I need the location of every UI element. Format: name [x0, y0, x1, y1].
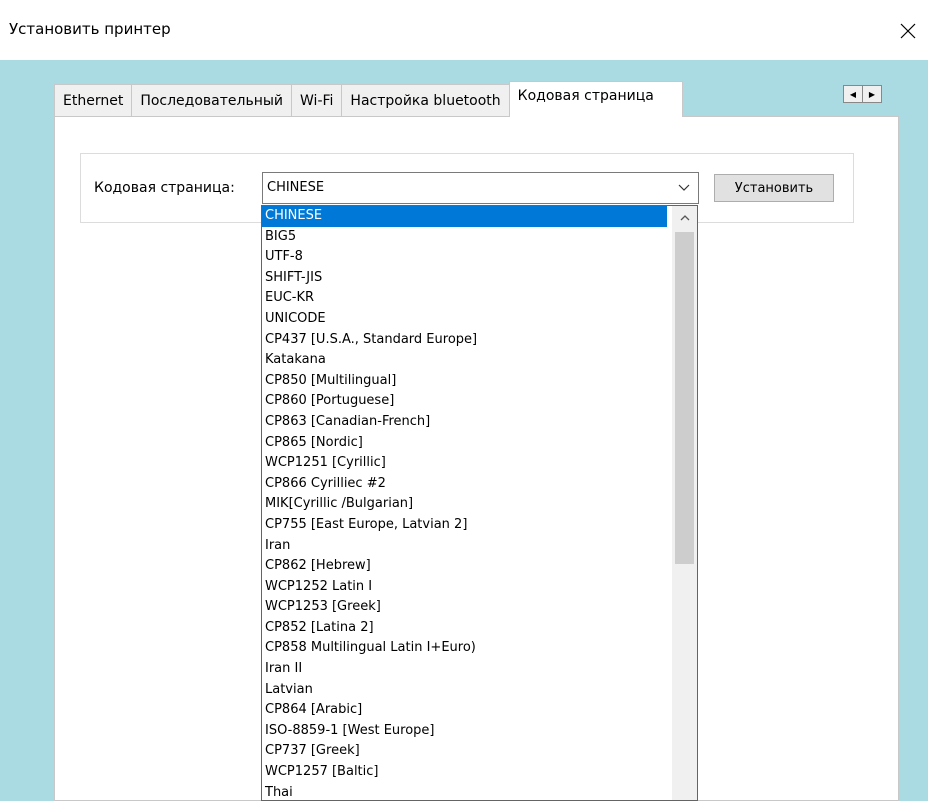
codepage-option[interactable]: WCP1251 [Cyrillic]	[262, 453, 667, 474]
codepage-options: CHINESE BIG5 UTF-8 SHIFT-JIS EUC-KR UNICODE CP…	[262, 206, 697, 800]
codepage-option[interactable]: ISO-8859-1 [West Europe]	[262, 721, 667, 742]
dropdown-scrollbar[interactable]	[672, 206, 697, 800]
tab-scroll-buttons: ◀ ▶	[843, 85, 882, 103]
window-title: Установить принтер	[9, 20, 171, 38]
codepage-option[interactable]: CP866 Cyrilliec #2	[262, 474, 667, 495]
codepage-option[interactable]: WCP1257 [Baltic]	[262, 762, 667, 783]
codepage-option[interactable]: UTF-8	[262, 247, 667, 268]
codepage-option[interactable]: EUC-KR	[262, 288, 667, 309]
tab-bluetooth[interactable]: Настройка bluetooth	[341, 84, 510, 116]
codepage-option[interactable]: BIG5	[262, 227, 667, 248]
codepage-option[interactable]: UNICODE	[262, 309, 667, 330]
chevron-down-icon	[678, 184, 690, 191]
codepage-option[interactable]: Latvian	[262, 680, 667, 701]
codepage-option[interactable]: CP865 [Nordic]	[262, 433, 667, 454]
tab-scroll-right-icon[interactable]: ▶	[862, 86, 881, 102]
codepage-option[interactable]: CP737 [Greek]	[262, 741, 667, 762]
title-bar: Установить принтер	[0, 0, 928, 60]
codepage-option[interactable]: CP850 [Multilingual]	[262, 371, 667, 392]
codepage-option[interactable]: Iran	[262, 536, 667, 557]
codepage-option[interactable]: CHINESE	[262, 206, 667, 227]
codepage-option[interactable]: Katakana	[262, 350, 667, 371]
codepage-option[interactable]: CP864 [Arabic]	[262, 700, 667, 721]
tab-serial[interactable]: Последовательный	[131, 84, 293, 116]
codepage-option[interactable]: WCP1253 [Greek]	[262, 597, 667, 618]
codepage-option[interactable]: WCP1252 Latin I	[262, 577, 667, 598]
codepage-option[interactable]: CP863 [Canadian-French]	[262, 412, 667, 433]
scroll-up-button[interactable]	[672, 206, 697, 230]
tab-codepage[interactable]: Кодовая страница	[508, 81, 683, 117]
install-button[interactable]: Установить	[714, 174, 834, 202]
tab-ethernet[interactable]: Ethernet	[54, 84, 133, 116]
codepage-dropdown-list[interactable]: CHINESE BIG5 UTF-8 SHIFT-JIS EUC-KR UNICODE CP…	[261, 205, 698, 801]
codepage-option[interactable]: CP852 [Latina 2]	[262, 618, 667, 639]
codepage-combobox[interactable]: CHINESE	[262, 172, 699, 204]
close-button[interactable]	[888, 14, 928, 48]
scrollbar-thumb[interactable]	[675, 232, 694, 564]
codepage-option[interactable]: CP862 [Hebrew]	[262, 556, 667, 577]
codepage-option[interactable]: Thai	[262, 783, 667, 800]
codepage-option[interactable]: CP860 [Portuguese]	[262, 391, 667, 412]
tab-wifi[interactable]: Wi-Fi	[291, 84, 343, 116]
chevron-up-icon	[680, 215, 689, 221]
codepage-option[interactable]: CP437 [U.S.A., Standard Europe]	[262, 330, 667, 351]
codepage-option[interactable]: SHIFT-JIS	[262, 268, 667, 289]
codepage-option[interactable]: Iran II	[262, 659, 667, 680]
codepage-option[interactable]: CP858 Multilingual Latin I+Euro)	[262, 638, 667, 659]
tab-scroll-left-icon[interactable]: ◀	[844, 86, 862, 102]
close-icon	[900, 23, 916, 39]
codepage-selected-value: CHINESE	[267, 180, 325, 195]
codepage-option[interactable]: CP755 [East Europe, Latvian 2]	[262, 515, 667, 536]
tab-strip: Ethernet Последовательный Wi-Fi Настройк…	[54, 81, 683, 117]
codepage-option[interactable]: MIK[Cyrillic /Bulgarian]	[262, 494, 667, 515]
codepage-label: Кодовая страница:	[94, 180, 235, 196]
